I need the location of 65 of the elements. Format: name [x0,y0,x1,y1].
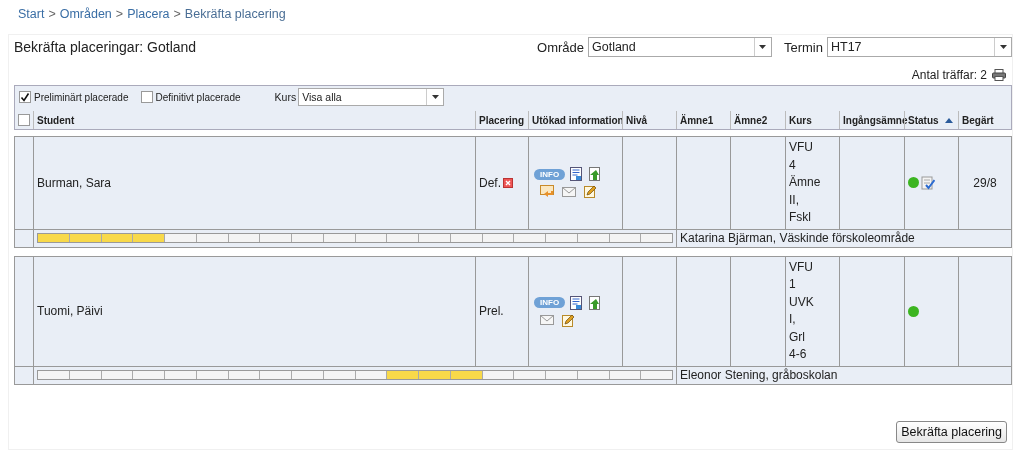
checkbox-label: Preliminärt placerade [34,91,129,103]
page-title: Bekräfta placeringar: Gotland [14,39,197,55]
column-header[interactable]: Status [908,114,939,126]
course-text: 1 [789,276,796,293]
breadcrumb-link[interactable]: Områden [59,7,112,21]
course-text: 4 [789,156,796,174]
course-text: Fskl [789,209,811,226]
breadcrumb-separator: > [115,7,124,21]
column-header[interactable]: Placering [479,114,525,126]
select-all-checkbox[interactable] [18,114,30,126]
column-header[interactable]: Nivå [626,114,648,126]
filter-dropdown[interactable]: Gotland [588,37,772,57]
breadcrumb-separator: > [173,7,181,21]
student-name[interactable]: Tuomi, Päivi [37,304,103,318]
edit-icon[interactable] [562,313,575,327]
breadcrumb-link[interactable]: Start [18,7,45,21]
caret-icon [999,45,1007,49]
caret-icon [431,95,439,99]
course-text: I, [789,311,796,328]
breadcrumb-separator: > [48,7,56,21]
requested-date: 29/8 [973,175,997,190]
mail-icon[interactable] [540,315,554,325]
document-arrow-icon[interactable] [587,167,601,182]
course-text: VFU [789,139,813,156]
mail-icon[interactable] [562,186,576,197]
course-text: Ämne [789,174,821,191]
checkbox-label: Definitivt placerade [155,91,241,103]
breadcrumb-link[interactable]: Placera [127,7,170,21]
course-text: UVK [789,293,814,311]
filter-dropdown[interactable]: HT17 [827,37,1012,57]
column-header[interactable]: Student [37,114,75,126]
remove-icon[interactable] [503,177,513,188]
breadcrumb-current: Bekräfta placering [184,7,286,21]
supervisor-text: Katarina Bjärman, Väskinde förskoleområde [680,231,915,245]
course-text: Grl [789,328,805,346]
column-header[interactable]: Begärt [962,114,994,126]
checklist-icon[interactable] [921,175,935,190]
sort-ascending-icon[interactable] [945,117,953,123]
column-header[interactable]: Ämne1 [680,114,714,126]
column-header[interactable]: Ingångsämne [843,114,908,126]
print-icon[interactable] [992,69,1006,81]
hit-count: Antal träffar: 2 [911,68,987,82]
caret-icon [759,45,767,49]
checkbox[interactable] [140,91,153,103]
filter-label: Område [537,39,584,55]
filter-label: Termin [784,39,823,55]
placement-status: Def. [479,175,501,190]
edit-icon[interactable] [584,185,597,199]
placement-status: Prel. [479,304,504,318]
document-arrow-icon[interactable] [587,295,601,310]
student-name[interactable]: Burman, Sara [37,175,112,190]
confirm-button[interactable]: Bekräfta placering [896,420,1007,443]
course-text: VFU [789,258,813,276]
column-header[interactable]: Utökad information [532,114,624,126]
column-header[interactable]: Ämne2 [734,114,768,126]
checkbox[interactable] [19,91,31,103]
column-header[interactable]: Kurs [789,114,812,126]
course-text: II, [789,191,799,209]
reply-icon[interactable] [540,185,554,199]
supervisor-text: Eleonor Stening, gråboskolan [680,368,838,382]
filter-label: Kurs [274,91,297,103]
course-dropdown[interactable]: Visa alla [298,88,445,106]
document-icon[interactable] [570,295,583,310]
document-icon[interactable] [570,167,583,182]
course-text: 4-6 [789,346,807,363]
